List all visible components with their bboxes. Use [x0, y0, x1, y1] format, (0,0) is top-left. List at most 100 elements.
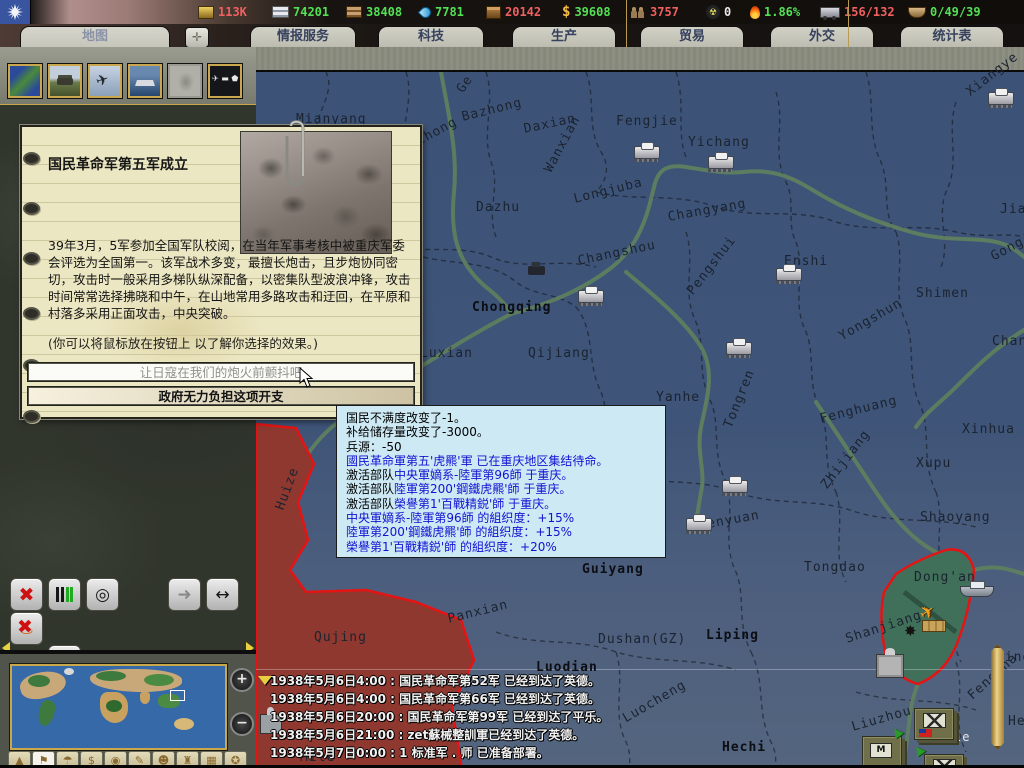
tooltip-line: 中央軍嫡系-陸軍第96師 的組织度：+15% — [346, 511, 665, 525]
resource-manpower: 3757 — [630, 4, 679, 20]
event-hint-text: (你可以将鼠标放在按钮上 以了解你选择的效果。) — [48, 333, 318, 352]
province-label-chang: Chang — [992, 334, 1024, 349]
drag-handle-button[interactable]: ✛ — [185, 27, 209, 48]
event-title: 国民革命军第五军成立 — [48, 154, 188, 174]
zoom-in-button[interactable]: + — [230, 668, 254, 692]
minimap-forest-patch — [106, 700, 122, 712]
air-units-button[interactable] — [88, 64, 122, 98]
resource-money: $39608 — [562, 4, 611, 20]
event-option-2-button[interactable]: 政府无力负担这项开支 — [28, 387, 414, 405]
manpower-icon — [630, 6, 646, 18]
metal-icon — [272, 6, 289, 18]
province-label-shimen: Shimen — [916, 286, 969, 301]
units-overview-button[interactable] — [208, 64, 242, 98]
land-unit-sprite[interactable] — [686, 518, 712, 531]
minimap-panel: + − ▲⚑☂$◉✎☻♜▦✪ — [0, 650, 256, 768]
energy-icon — [198, 6, 214, 19]
log-entry: 1938年5月7日0:00 : 1 标准军 . 师 已准备部署。 — [270, 744, 740, 762]
nuke-value: 0 — [724, 5, 731, 19]
supply-crate-icon[interactable] — [922, 620, 946, 632]
attack-cancel-button[interactable]: ✖ — [10, 578, 43, 611]
resource-nuke: ☢0 — [706, 4, 731, 20]
province-label-he: He — [1008, 714, 1024, 729]
divider — [626, 0, 627, 47]
land-unit-sprite[interactable] — [708, 156, 734, 169]
tab-diplomacy[interactable]: 外交 — [770, 26, 874, 47]
tab-statistics[interactable]: 统计表 — [900, 26, 1004, 47]
supplies-value: 20142 — [505, 5, 541, 19]
rares-value: 38408 — [366, 5, 402, 19]
tooltip-line: 激活部队陸軍第200'鋼鐵虎羆'師 于重庆。 — [346, 482, 665, 496]
log-entry: 1938年5月6日21:00 : zet蘇械整訓軍已经到达了英德。 — [270, 726, 740, 744]
map-scrollbar[interactable] — [991, 644, 1004, 750]
tooltip-line: 补给储存量改变了-3000。 — [346, 425, 665, 439]
event-option-1-button[interactable]: 让日寇在我们的炮火前颤抖吧 — [28, 363, 414, 381]
log-entry: 1938年5月6日20:00 : 国民革命军第99军 已经到达了平乐。 — [270, 708, 740, 726]
resource-supplies: 20142 — [486, 4, 541, 20]
tab-production[interactable]: 生产 — [512, 26, 616, 47]
log-collapse-arrow[interactable] — [258, 676, 272, 685]
minimap-view-rectangle[interactable] — [170, 690, 185, 701]
scorched-earth-off-button[interactable]: ♨ — [10, 612, 43, 645]
minimap-forest-patch — [96, 671, 126, 681]
world-map-button[interactable] — [8, 64, 42, 98]
nuke-icon: ☢ — [706, 5, 720, 19]
tab-technology[interactable]: 科技 — [378, 26, 484, 47]
unit-strength-button[interactable] — [48, 578, 81, 611]
convoys-value: 156/132 — [844, 5, 895, 19]
strategic-redeploy-button[interactable]: ➜ — [168, 578, 201, 611]
naval-units-button[interactable] — [128, 64, 162, 98]
province-label-shaoyang: Shaoyang — [920, 510, 991, 525]
land-unit-sprite[interactable] — [776, 268, 802, 281]
land-unit-sprite[interactable] — [988, 92, 1014, 105]
enemy-unit-sprite[interactable] — [528, 266, 545, 275]
division-counter-infantry[interactable] — [914, 708, 954, 740]
land-unit-sprite[interactable] — [722, 480, 748, 493]
rares-icon — [346, 6, 362, 18]
tab-intelligence[interactable]: 情报服务 — [250, 26, 356, 47]
tooltip-line: 陸軍第200'鋼鐵虎羆'師 的組织度：+15% — [346, 525, 665, 539]
city-sprite[interactable] — [876, 654, 904, 678]
energy-value: 113K — [218, 5, 247, 19]
mouse-cursor — [299, 367, 315, 389]
spiral-ring — [23, 252, 40, 265]
land-unit-sprite[interactable] — [634, 146, 660, 159]
log-entry: 1938年5月6日4:00 : 国民革命军第52军 已经到达了英德。 — [270, 672, 740, 690]
tab-trade[interactable]: 贸易 — [640, 26, 744, 47]
target-button[interactable]: ◎ — [86, 578, 119, 611]
land-unit-sprite[interactable] — [726, 342, 752, 355]
province-label-qujing: Qujing — [314, 630, 367, 645]
paperclip-icon — [281, 118, 311, 194]
zoom-out-button[interactable]: − — [230, 712, 254, 736]
map-seam-line — [256, 669, 1024, 670]
message-log: 1938年5月6日4:00 : 国民革命军第52军 已经到达了英德。 1938年5… — [270, 672, 740, 762]
minimap[interactable] — [10, 664, 227, 750]
resource-oil: 7781 — [420, 4, 464, 20]
combat-explosion-icon[interactable]: ✸ — [904, 622, 917, 640]
minimap-south-america — [36, 699, 57, 728]
main-tab-bar: 地图 情报服务 科技 生产 贸易 外交 统计表 ✛ — [0, 24, 1024, 47]
tab-map[interactable]: 地图 — [20, 26, 170, 48]
division-counter-mechanized[interactable]: M — [862, 736, 902, 768]
province-label-yanhe: Yanhe — [656, 390, 700, 405]
province-label-dushangz: Dushan(GZ) — [598, 632, 686, 647]
province-label-chongqing: Chongqing — [472, 300, 551, 315]
province-label-dongan: Dong'an — [914, 570, 976, 585]
province-label-liping: Liping — [706, 628, 759, 643]
tooltip-line: 兵源：-50 — [346, 440, 665, 454]
province-label-le: le — [954, 730, 970, 744]
resource-convoys: 156/132 — [820, 4, 895, 20]
spiral-ring — [23, 307, 40, 320]
locked-view-button — [168, 64, 202, 98]
province-label-yichang: Yichang — [688, 135, 750, 150]
tooltip-line: 激活部队榮譽第1'百戰精鋭'師 于重庆。 — [346, 497, 665, 511]
naval-unit-sprite[interactable] — [960, 586, 994, 597]
country-flag-roc — [0, 0, 31, 24]
strength-bars-icon — [56, 587, 73, 602]
stack-split-button[interactable]: ↔ — [206, 578, 239, 611]
dissent-icon — [750, 6, 760, 19]
land-unit-sprite[interactable] — [578, 290, 604, 303]
kmt-sun-icon — [7, 4, 23, 20]
land-units-button[interactable] — [48, 64, 82, 98]
resource-energy: 113K — [198, 4, 247, 20]
